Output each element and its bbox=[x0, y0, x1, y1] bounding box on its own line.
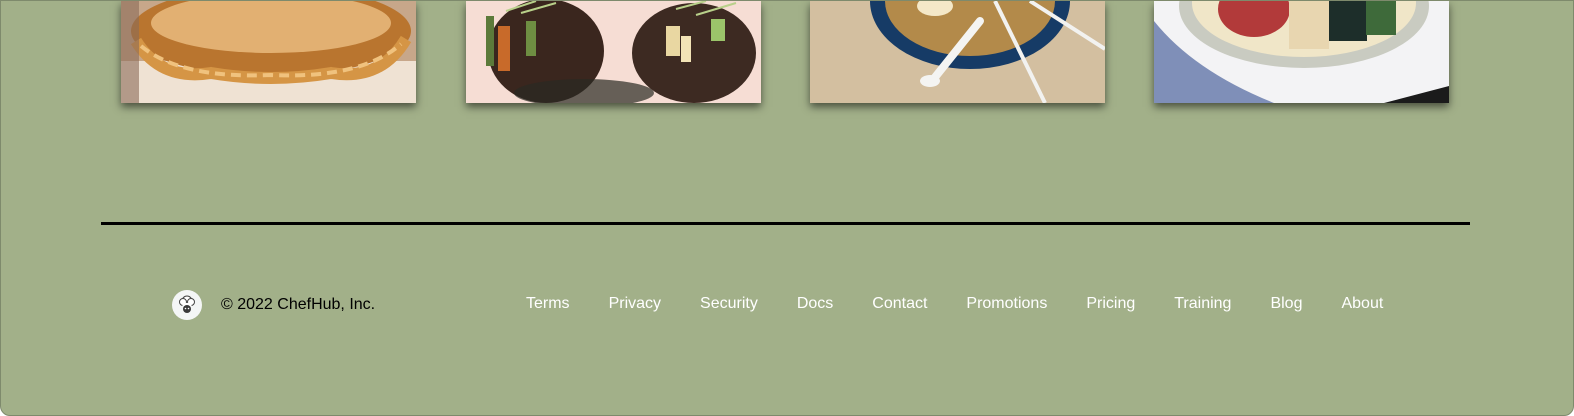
gallery-photo-pastry[interactable] bbox=[121, 1, 416, 103]
footer-link-pricing[interactable]: Pricing bbox=[1086, 295, 1135, 313]
footer-link-about[interactable]: About bbox=[1341, 295, 1383, 313]
footer-link-promotions[interactable]: Promotions bbox=[966, 295, 1047, 313]
footer-link-terms[interactable]: Terms bbox=[526, 295, 570, 313]
footer-divider bbox=[101, 222, 1470, 225]
footer-brand: © 2022 ChefHub, Inc. bbox=[172, 290, 375, 320]
ramen-image bbox=[810, 1, 1105, 103]
gallery-photo-ramen[interactable] bbox=[810, 1, 1105, 103]
copyright-text: © 2022 ChefHub, Inc. bbox=[221, 296, 376, 313]
footer-link-privacy[interactable]: Privacy bbox=[609, 295, 661, 313]
footer-nav: Terms Privacy Security Docs Contact Prom… bbox=[526, 295, 1383, 313]
page-background: © 2022 ChefHub, Inc. Terms Privacy Secur… bbox=[0, 0, 1574, 416]
sushi-image bbox=[466, 1, 761, 103]
pastry-image bbox=[121, 1, 416, 103]
gallery-photo-poke-bowl[interactable] bbox=[1154, 1, 1449, 103]
footer-link-blog[interactable]: Blog bbox=[1270, 295, 1302, 313]
footer-link-contact[interactable]: Contact bbox=[872, 295, 927, 313]
poke-bowl-image bbox=[1154, 1, 1449, 103]
gallery-photo-sushi[interactable] bbox=[466, 1, 761, 103]
footer-link-security[interactable]: Security bbox=[700, 295, 758, 313]
chef-hat-logo-icon[interactable] bbox=[172, 290, 202, 320]
footer-link-docs[interactable]: Docs bbox=[797, 295, 833, 313]
footer-link-training[interactable]: Training bbox=[1174, 295, 1231, 313]
